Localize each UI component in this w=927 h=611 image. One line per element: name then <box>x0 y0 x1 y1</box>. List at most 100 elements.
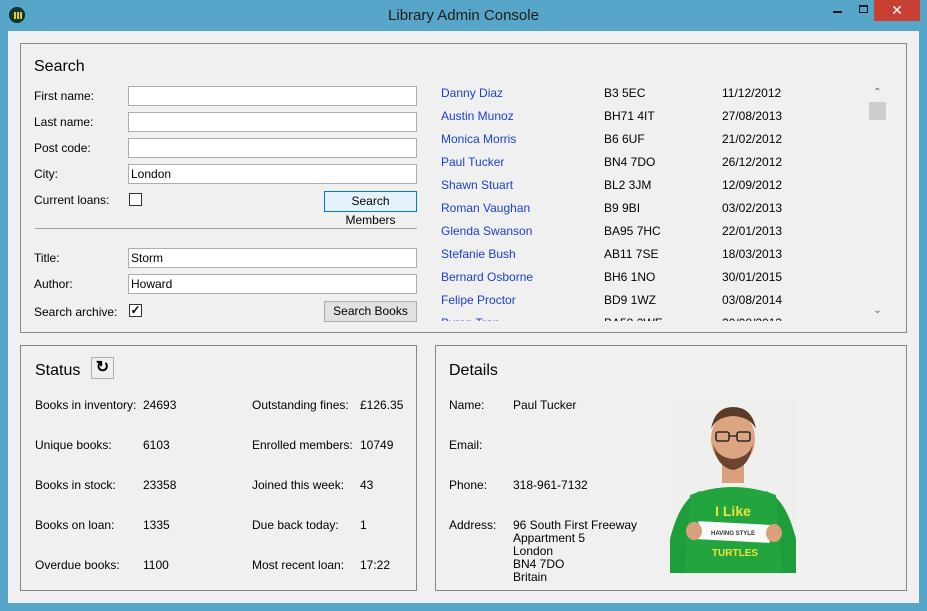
last-name-field[interactable] <box>128 112 417 132</box>
results-list[interactable]: Danny Diaz B3 5EC 11/12/2012 Austin Munoz BH… <box>441 81 871 321</box>
member-postcode: BL2 3JM <box>604 178 652 192</box>
svg-text:TURTLES: TURTLES <box>712 548 758 559</box>
address-label: Address: <box>449 518 497 532</box>
status-value: 43 <box>360 478 374 492</box>
member-date: 12/09/2012 <box>722 178 783 192</box>
member-date: 03/02/2013 <box>722 201 783 215</box>
status-value: 6103 <box>143 438 170 452</box>
address-line-2: Appartment 5 <box>513 531 586 545</box>
search-archive-checkbox[interactable]: ✓ <box>129 304 142 317</box>
scroll-up-icon[interactable]: ⌃ <box>869 84 886 101</box>
status-label: Books on loan: <box>35 518 115 532</box>
status-value: 23358 <box>143 478 177 492</box>
member-name-link[interactable]: Shawn Stuart <box>441 178 513 192</box>
member-date: 22/01/2013 <box>722 224 783 238</box>
status-value: 10749 <box>360 438 394 452</box>
member-postcode: BD9 1WZ <box>604 293 657 307</box>
window-title: Library Admin Console <box>388 7 539 24</box>
member-name-link[interactable]: Danny Diaz <box>441 86 503 100</box>
list-item[interactable]: Felipe Proctor BD9 1WZ 03/08/2014 <box>441 293 871 316</box>
member-name-link[interactable]: Byron Tran <box>441 316 500 321</box>
status-label: Enrolled members: <box>252 438 353 452</box>
list-item[interactable]: Bernard Osborne BH6 1NO 30/01/2015 <box>441 270 871 293</box>
list-item[interactable]: Paul Tucker BN4 7DO 26/12/2012 <box>441 155 871 178</box>
search-divider <box>35 228 417 229</box>
list-item[interactable]: Stefanie Bush AB11 7SE 18/03/2013 <box>441 247 871 270</box>
member-name-link[interactable]: Roman Vaughan <box>441 201 530 215</box>
scroll-thumb[interactable] <box>869 102 886 120</box>
svg-text:I Like: I Like <box>715 503 751 519</box>
scroll-down-icon[interactable]: ⌄ <box>869 302 886 319</box>
member-date: 03/08/2014 <box>722 293 783 307</box>
svg-text:HAVING STYLE: HAVING STYLE <box>711 531 755 537</box>
email-label: Email: <box>449 438 483 452</box>
title-bar[interactable]: Library Admin Console ✕ <box>0 0 927 31</box>
post-code-field[interactable] <box>128 138 417 158</box>
search-archive-label: Search archive: <box>34 305 118 319</box>
status-label: Due back today: <box>252 518 339 532</box>
status-value: 24693 <box>143 398 177 412</box>
member-date: 11/12/2012 <box>722 86 782 100</box>
current-loans-checkbox[interactable] <box>129 193 142 206</box>
address-line-5: Britain <box>513 570 548 584</box>
close-button[interactable]: ✕ <box>874 0 920 21</box>
member-postcode: B3 5EC <box>604 86 646 100</box>
status-label: Joined this week: <box>252 478 345 492</box>
list-item[interactable]: Byron Tran BA58 2WE 20/08/2013 <box>441 316 871 321</box>
list-item[interactable]: Danny Diaz B3 5EC 11/12/2012 <box>441 86 871 109</box>
city-label: City: <box>34 167 58 181</box>
member-postcode: BH6 1NO <box>604 270 656 284</box>
member-name-link[interactable]: Glenda Swanson <box>441 224 532 238</box>
author-field[interactable] <box>128 274 417 294</box>
member-date: 21/02/2012 <box>722 132 783 146</box>
name-label: Name: <box>449 398 485 412</box>
minimize-button[interactable] <box>825 0 852 21</box>
member-postcode: AB11 7SE <box>604 247 659 261</box>
maximize-icon <box>859 5 868 13</box>
refresh-icon[interactable]: ↻ <box>91 357 114 379</box>
list-item[interactable]: Roman Vaughan B9 9BI 03/02/2013 <box>441 201 871 224</box>
first-name-label: First name: <box>34 89 95 103</box>
member-name-link[interactable]: Austin Munoz <box>441 109 514 123</box>
member-date: 26/12/2012 <box>722 155 783 169</box>
address-line-4: BN4 7DO <box>513 557 565 571</box>
member-date: 20/08/2013 <box>722 316 782 321</box>
title-field[interactable] <box>128 248 417 268</box>
app-window: Library Admin Console ✕ Search First nam… <box>0 0 927 611</box>
list-item[interactable]: Shawn Stuart BL2 3JM 12/09/2012 <box>441 178 871 201</box>
member-postcode: B9 9BI <box>604 201 641 215</box>
status-label: Books in stock: <box>35 478 116 492</box>
results-scrollbar[interactable]: ⌃ ⌄ <box>869 84 886 319</box>
status-value: 1335 <box>143 518 170 532</box>
list-item[interactable]: Austin Munoz BH71 4IT 27/08/2013 <box>441 109 871 132</box>
member-postcode: BA58 2WE <box>604 316 663 321</box>
address-line-3: London <box>513 544 554 558</box>
list-item[interactable]: Glenda Swanson BA95 7HC 22/01/2013 <box>441 224 871 247</box>
member-date: 27/08/2013 <box>722 109 783 123</box>
member-postcode: BN4 7DO <box>604 155 656 169</box>
member-postcode: BH71 4IT <box>604 109 655 123</box>
maximize-button[interactable] <box>850 0 877 21</box>
status-label: Unique books: <box>35 438 112 452</box>
member-name-link[interactable]: Monica Morris <box>441 132 516 146</box>
last-name-label: Last name: <box>34 115 94 129</box>
member-name-link[interactable]: Paul Tucker <box>441 155 504 169</box>
search-books-button[interactable]: Search Books <box>324 301 417 322</box>
status-value: 17:22 <box>360 558 391 572</box>
member-name-link[interactable]: Stefanie Bush <box>441 247 516 261</box>
member-photo-illustration: I Like HAVING STYLE TURTLES <box>670 399 796 573</box>
member-postcode: BA95 7HC <box>604 224 661 238</box>
member-name-link[interactable]: Felipe Proctor <box>441 293 516 307</box>
search-title: Search <box>34 58 85 75</box>
member-photo: I Like HAVING STYLE TURTLES <box>670 399 796 573</box>
city-field[interactable] <box>128 164 417 184</box>
details-title: Details <box>449 362 498 379</box>
status-panel <box>20 345 417 591</box>
status-label: Outstanding fines: <box>252 398 349 412</box>
list-item[interactable]: Monica Morris B6 6UF 21/02/2012 <box>441 132 871 155</box>
member-name-link[interactable]: Bernard Osborne <box>441 270 533 284</box>
phone-value: 318-961-7132 <box>513 478 588 492</box>
search-members-button[interactable]: Search Members <box>324 191 417 227</box>
phone-label: Phone: <box>449 478 488 492</box>
first-name-field[interactable] <box>128 86 417 106</box>
